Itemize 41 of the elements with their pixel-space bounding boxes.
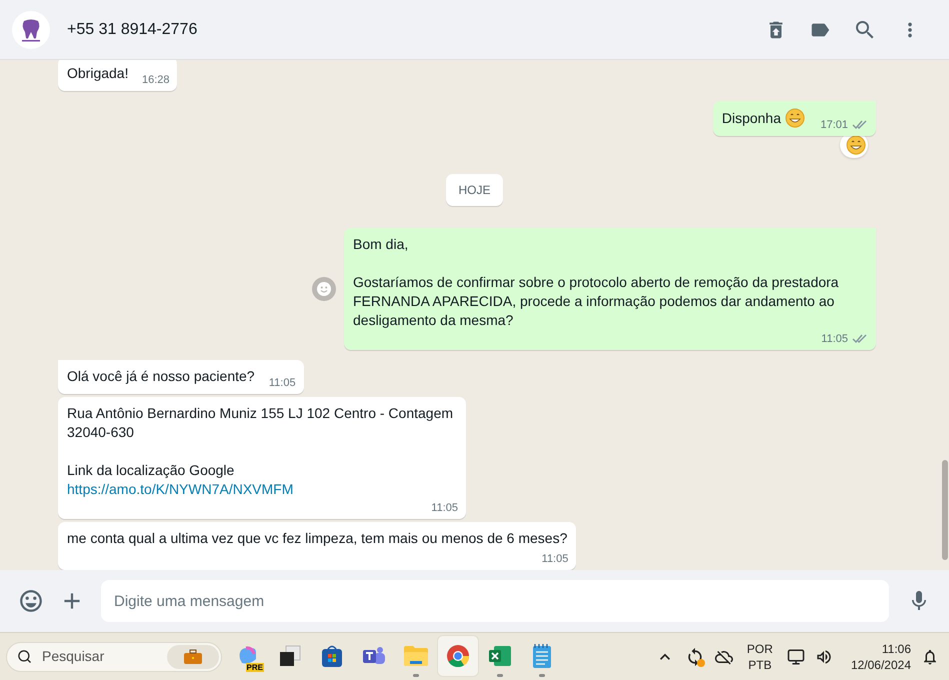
language-indicator[interactable]: POR [746, 640, 773, 656]
message-text: Disponha [722, 109, 781, 128]
message-text: Link da localização Google [67, 461, 236, 480]
briefcase-icon [167, 644, 219, 668]
search-placeholder: Pesquisar [42, 647, 104, 666]
message-text: Obrigada! [67, 64, 128, 83]
spreadsheet-icon [488, 644, 512, 668]
message-time: 16:28 [142, 72, 170, 88]
emoji-icon[interactable] [18, 588, 44, 614]
message-time: 11:05 [431, 500, 458, 516]
search-icon [17, 649, 32, 664]
folder-icon [403, 645, 429, 667]
notepad-icon [531, 643, 553, 669]
store-bag-icon [320, 644, 344, 668]
clock-date[interactable]: 12/06/2024 [850, 656, 911, 672]
message-time: 11:05 [821, 332, 848, 346]
contact-name[interactable]: +55 31 8914-2776 [67, 18, 198, 42]
contact-avatar[interactable] [12, 10, 50, 48]
keyboard-layout[interactable]: PTB [748, 656, 772, 672]
chrome-icon [446, 644, 470, 668]
message-text: Gostaríamos de confirmar sobre o protocolo aberto de remoção da prestadora FERNANDA APARECIDA, procede a informação podemos dar andamento ao desligamento da mesma? [353, 273, 840, 330]
message-input[interactable]: Digite uma mensagem [101, 580, 889, 622]
message-text: Bom dia, [353, 235, 410, 254]
message-text: Rua Antônio Bernardino Muniz 155 LJ 102 Centro - Contagem 32040-630 [67, 404, 454, 442]
taskbar-app-button[interactable]: PRE [228, 636, 268, 676]
message-time: 11:05 [268, 376, 296, 390]
message-time: 17:01 [820, 118, 848, 132]
scrollbar-thumb[interactable] [942, 460, 948, 560]
network-icon[interactable] [786, 648, 805, 666]
volume-icon[interactable] [814, 648, 833, 666]
taskbar-search-field[interactable]: Pesquisar [6, 642, 222, 672]
task-view-icon [278, 644, 302, 668]
bell-icon[interactable] [921, 648, 939, 666]
message-text: me conta qual a ultima vez que vc fez limpeza, tem mais ou menos de 6 meses? [67, 529, 568, 548]
preview-badge: PRE [246, 663, 264, 672]
message-link[interactable]: https://amo.to/K/NYWN7A/NXVMFM [67, 480, 457, 499]
tooth-logo-icon [20, 18, 42, 42]
message-time: 11:05 [542, 552, 568, 566]
message-text: Olá você já é nosso paciente? [67, 367, 255, 386]
clock-time[interactable]: 11:06 [882, 640, 911, 656]
smiley-icon [316, 281, 332, 297]
